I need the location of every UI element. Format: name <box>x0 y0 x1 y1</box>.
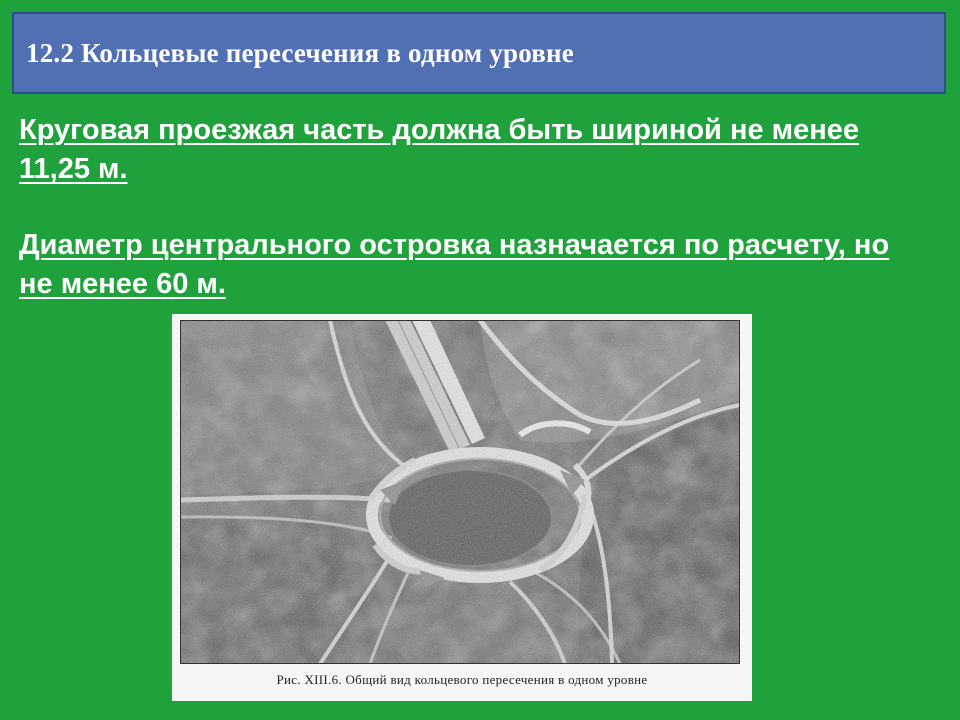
paragraph-island-diameter: Диаметр центрального островка назначаетс… <box>19 229 890 300</box>
figure-caption: Рис. XIII.6. Общий вид кольцевого пересе… <box>276 672 648 687</box>
aerial-photo-roundabout <box>180 320 740 664</box>
slide-title: 12.2 Кольцевые пересечения в одном уровн… <box>26 37 574 68</box>
figure-frame: Рис. XIII.6. Общий вид кольцевого пересе… <box>172 314 752 701</box>
title-bar: 12.2 Кольцевые пересечения в одном уровн… <box>12 12 946 94</box>
paragraph-roadway-width: Круговая проезжая часть должна быть шири… <box>19 114 859 185</box>
